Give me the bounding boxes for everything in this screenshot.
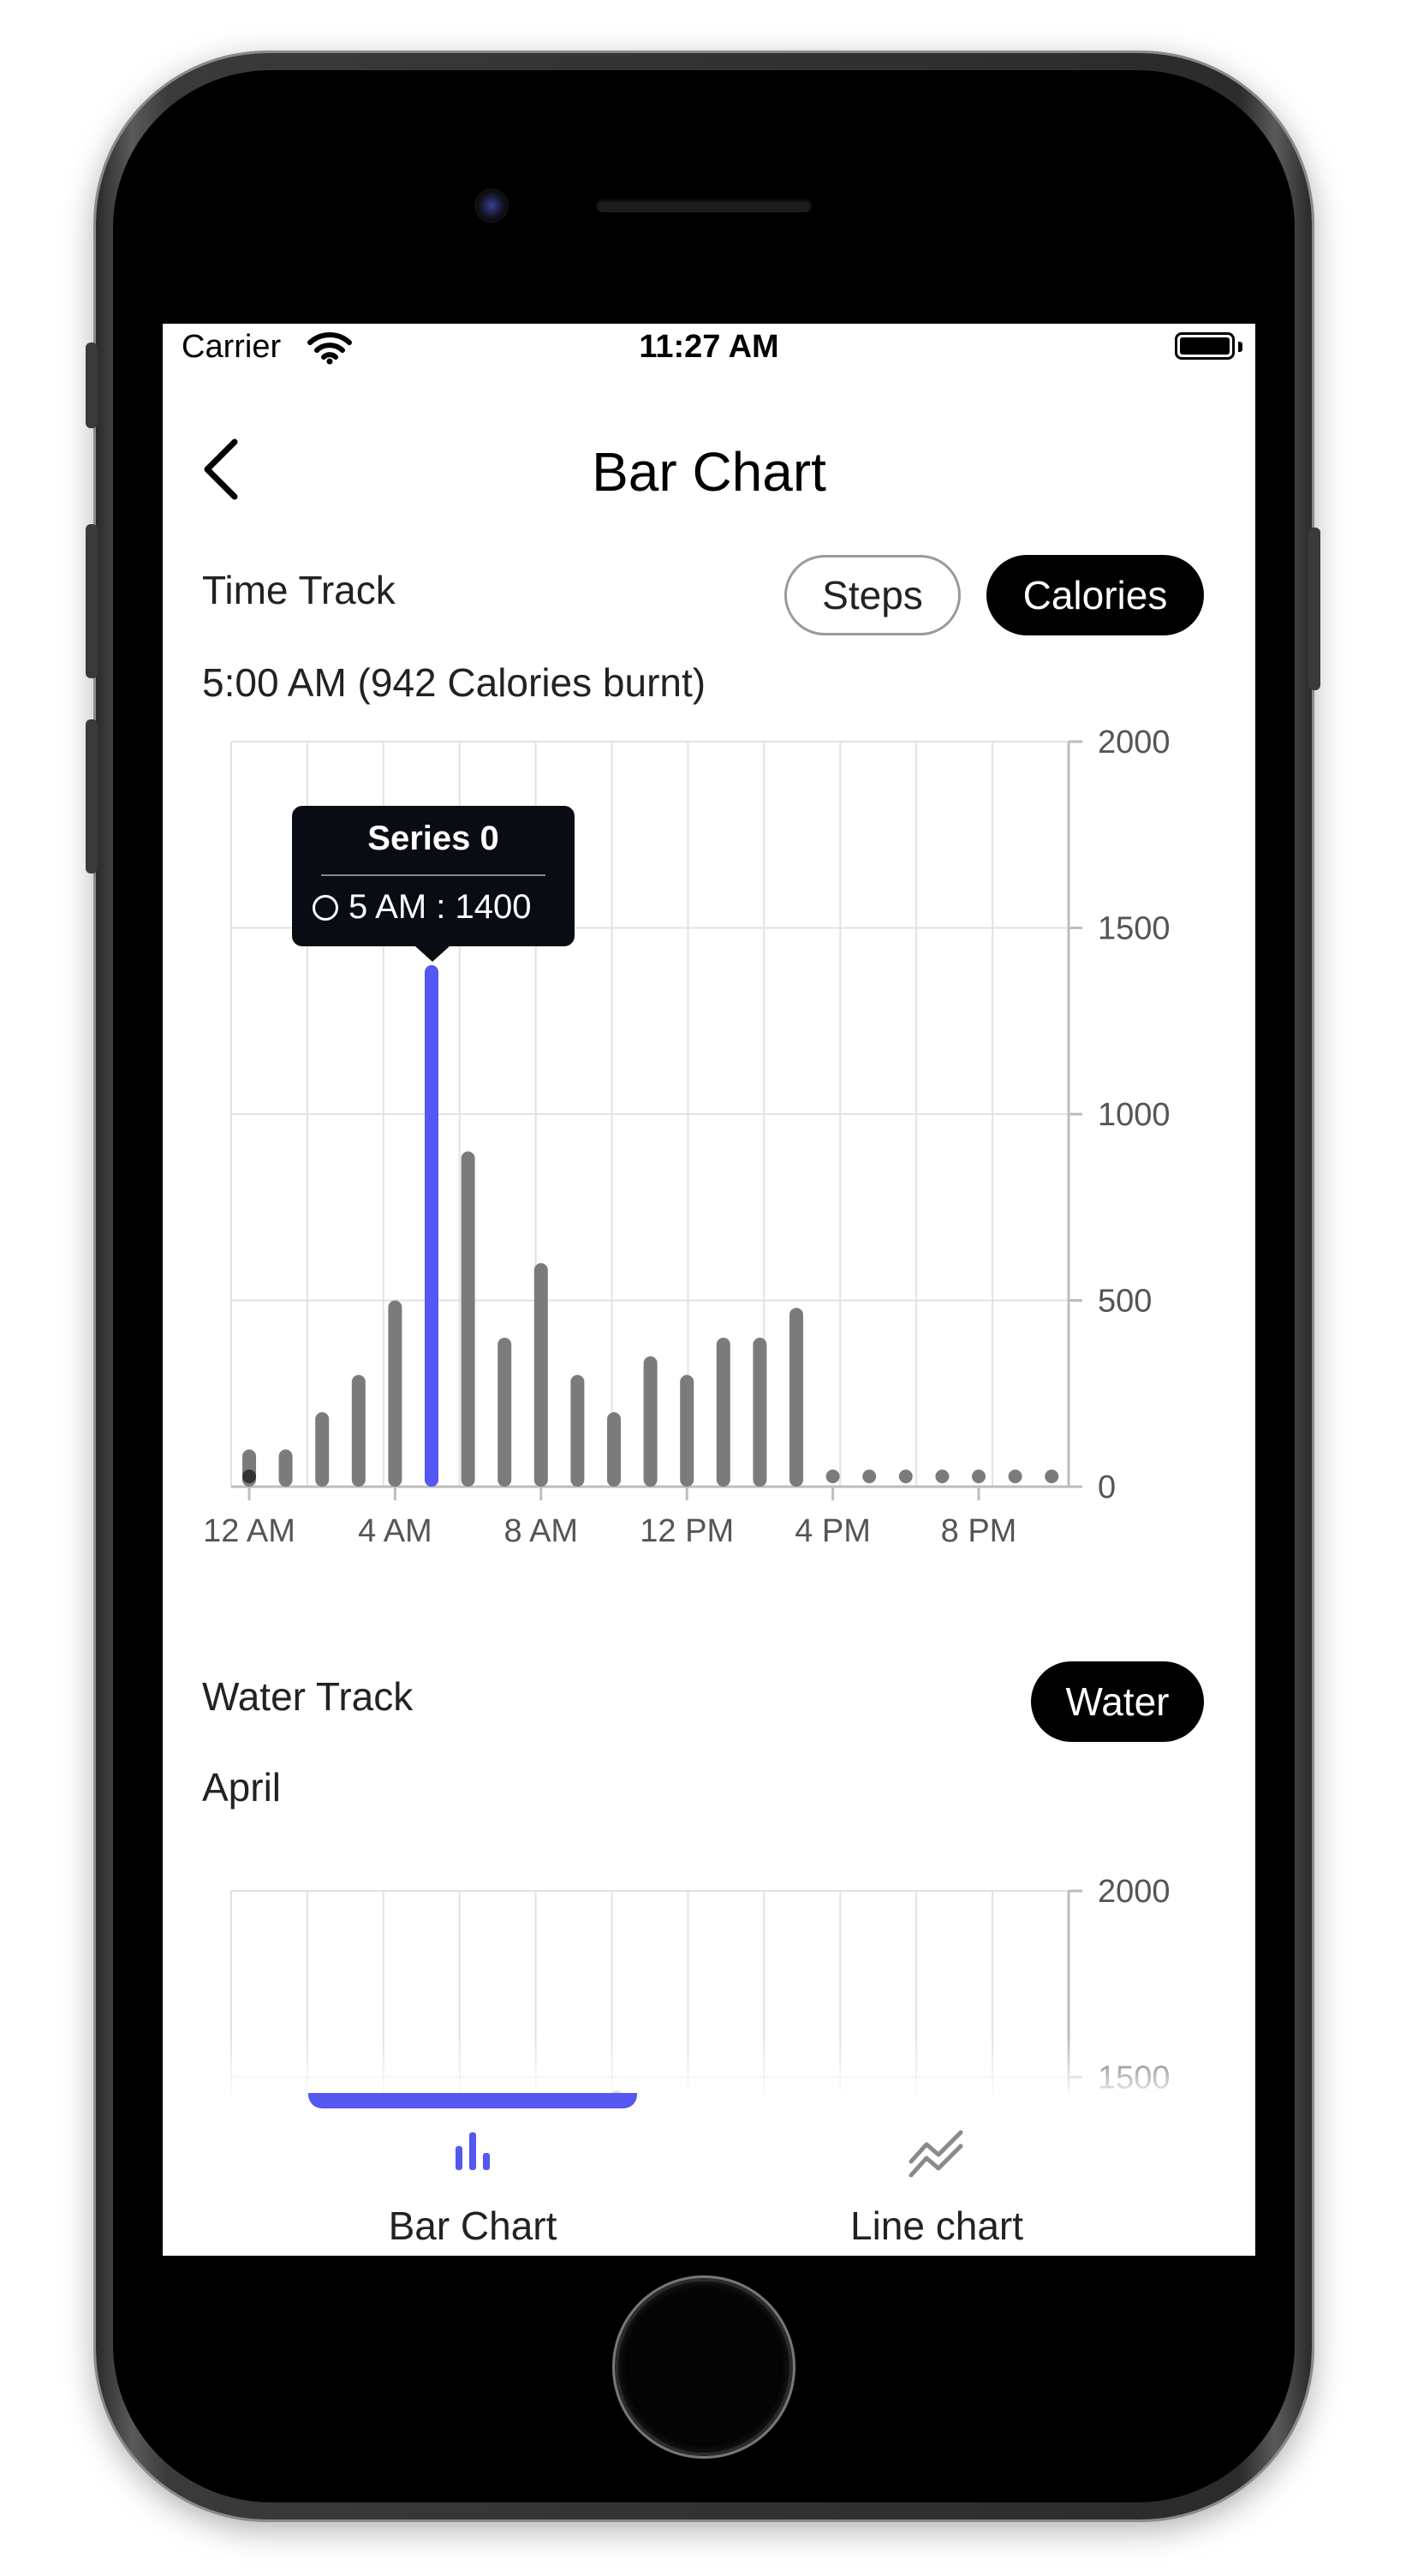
earpiece-speaker bbox=[596, 199, 812, 212]
tab-bar-chart-label: Bar Chart bbox=[388, 2203, 557, 2248]
y-axis-tick-label: 2000 bbox=[1098, 1874, 1171, 1910]
tab-line-chart-label: Line chart bbox=[849, 2203, 1023, 2248]
home-button[interactable] bbox=[618, 2281, 789, 2453]
silent-switch bbox=[86, 343, 98, 428]
water-track-bar-chart[interactable]: 15002000 bbox=[163, 324, 1255, 2122]
tab-bar-chart[interactable]: Bar Chart bbox=[267, 2096, 678, 2256]
volume-up-button bbox=[86, 524, 98, 678]
app-screen: Carrier 11:27 AM Bar Chart Time Track St… bbox=[163, 324, 1255, 2256]
tab-line-chart[interactable]: Line chart bbox=[731, 2096, 1142, 2256]
volume-down-button bbox=[86, 719, 98, 874]
line-chart-icon bbox=[909, 2130, 963, 2178]
bar-chart-icon bbox=[456, 2132, 490, 2170]
front-camera bbox=[474, 188, 509, 223]
scroll-fade bbox=[163, 2036, 1255, 2096]
power-button bbox=[1308, 528, 1320, 690]
